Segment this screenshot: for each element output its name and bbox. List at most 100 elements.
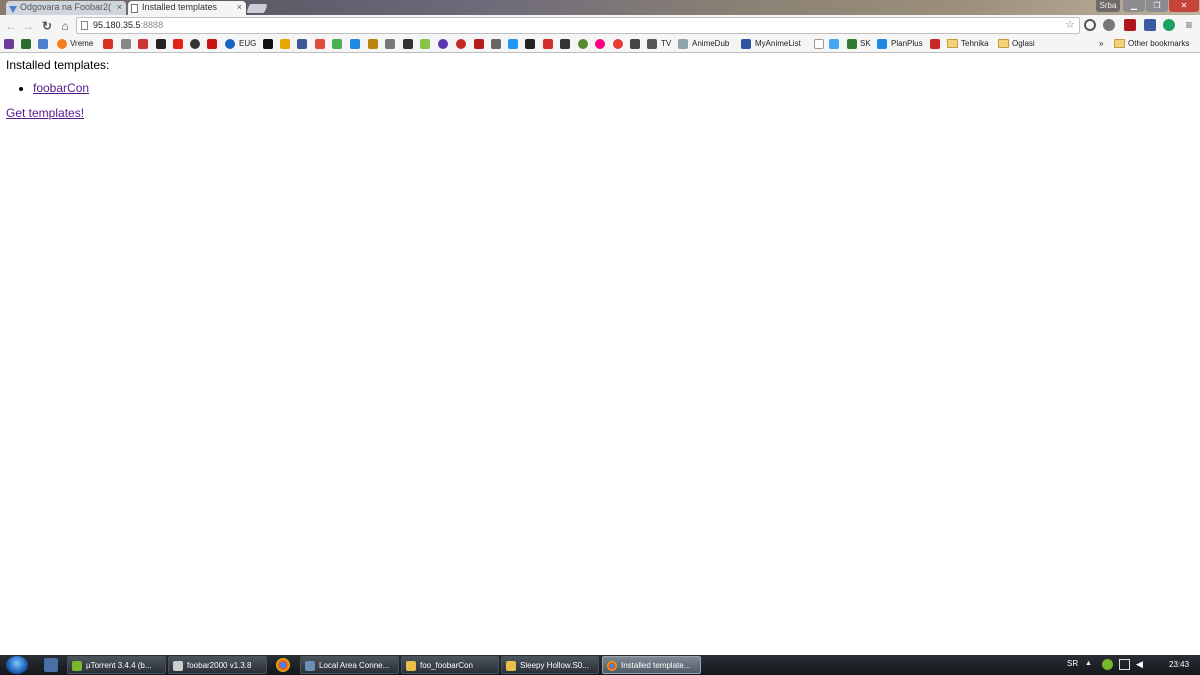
bookmark-icon[interactable] (456, 39, 466, 49)
clock[interactable]: 23:43 (1169, 660, 1189, 669)
folder-icon (947, 39, 958, 49)
bookmark-planplus[interactable]: PlanPlus (891, 36, 923, 52)
task-sleepy-hollow[interactable]: Sleepy Hollow.S0... (501, 656, 599, 674)
network-icon (305, 661, 315, 671)
reload-icon[interactable]: ↻ (40, 19, 54, 33)
task-installed-templates[interactable]: Installed template... (602, 656, 701, 674)
task-label: Sleepy Hollow.S0... (520, 661, 589, 670)
globe-bookmark-icon[interactable] (225, 39, 235, 49)
bookmark-icon[interactable] (508, 39, 518, 49)
ublock-extension-icon[interactable] (1124, 19, 1136, 31)
bookmark-star-icon[interactable]: ☆ (1065, 18, 1075, 33)
play-bookmark-icon[interactable] (332, 39, 342, 49)
gear-extension-icon[interactable] (1103, 19, 1115, 31)
bookmark-icon[interactable] (121, 39, 131, 49)
vivaldi-tab-icon (9, 4, 17, 13)
green-extension-icon[interactable] (1163, 19, 1175, 31)
bookmark-eug[interactable]: EUG (239, 36, 256, 52)
bookmark-icon[interactable] (350, 39, 360, 49)
bookmark-icon[interactable] (829, 39, 839, 49)
bookmark-folder-oglasi[interactable]: Oglasi (998, 36, 1035, 52)
star-bookmark-icon[interactable] (578, 39, 588, 49)
forward-icon[interactable]: → (21, 19, 35, 33)
tv-bookmark-icon[interactable] (647, 39, 657, 49)
bookmark-icon[interactable] (474, 39, 484, 49)
steering-wheel-extension-icon[interactable] (1084, 19, 1096, 31)
vivaldi-bookmark-icon[interactable] (38, 39, 48, 49)
page-bookmark-icon[interactable] (814, 39, 824, 49)
bookmark-icon[interactable] (138, 39, 148, 49)
utorrent-tray-icon[interactable] (1102, 659, 1113, 670)
address-bar[interactable]: 95.180.35.5:8888 ☆ (76, 17, 1080, 34)
bookmark-vreme[interactable]: Vreme (70, 36, 93, 52)
bookmark-icon[interactable] (263, 39, 273, 49)
tab-installed-templates[interactable]: Installed templates × (128, 1, 246, 15)
minimize-button[interactable]: ▁ (1123, 0, 1145, 12)
bookmark-icon[interactable] (491, 39, 501, 49)
back-icon[interactable]: ← (4, 19, 18, 33)
google-plus-bookmark-icon[interactable] (315, 39, 325, 49)
url-host: 95.180.35.5 (93, 20, 141, 30)
bookmark-icon[interactable] (525, 39, 535, 49)
bookmark-icon[interactable] (280, 39, 290, 49)
gmail-bookmark-icon[interactable] (103, 39, 113, 49)
new-tab-button[interactable] (246, 4, 268, 13)
close-window-button[interactable]: ✕ (1169, 0, 1199, 12)
bookmark-icon[interactable] (403, 39, 413, 49)
bookmark-folder-tehnika[interactable]: Tehnika (947, 36, 989, 52)
bookmark-icon[interactable] (877, 39, 887, 49)
task-local-area-connection[interactable]: Local Area Conne... (300, 656, 399, 674)
mal-bookmark-icon[interactable] (741, 39, 751, 49)
tab-odgovara[interactable]: Odgovara na Foobar2( × (6, 1, 126, 15)
mail-bookmark-icon[interactable] (4, 39, 14, 49)
task-utorrent[interactable]: µTorrent 3.4.4 (b... (67, 656, 166, 674)
bookmark-icon[interactable] (438, 39, 448, 49)
bookmark-icon[interactable] (156, 39, 166, 49)
save-icon[interactable] (44, 658, 58, 672)
network-tray-icon[interactable] (1119, 659, 1130, 670)
home-icon[interactable]: ⌂ (58, 19, 72, 33)
folder-icon (1114, 39, 1125, 49)
url-text: 95.180.35.5:8888 (93, 18, 163, 33)
bookmark-icon[interactable] (678, 39, 688, 49)
close-tab-icon[interactable]: × (117, 1, 122, 14)
speaker-icon[interactable]: ◀ (1136, 659, 1147, 670)
bookmark-icon[interactable] (190, 39, 200, 49)
menu-icon[interactable]: ≡ (1183, 18, 1195, 32)
show-hidden-icons-icon[interactable]: ▲ (1085, 660, 1092, 667)
bookmark-icon[interactable] (613, 39, 623, 49)
maximize-button[interactable]: ❐ (1146, 0, 1168, 12)
youtube-bookmark-icon[interactable] (173, 39, 183, 49)
bookmark-icon[interactable] (420, 39, 430, 49)
task-foo-foobarcon[interactable]: foo_foobarCon (401, 656, 499, 674)
extension-icon[interactable] (1144, 19, 1156, 31)
bookmark-icon[interactable] (560, 39, 570, 49)
template-link-foobarcon[interactable]: foobarCon (33, 81, 89, 95)
bookmark-myanimelist[interactable]: MyAnimeList (755, 36, 801, 52)
bookmarks-overflow-chevron-icon[interactable]: » (1099, 36, 1103, 52)
start-button[interactable] (6, 656, 28, 674)
taskbar: µTorrent 3.4.4 (b... foobar2000 v1.3.8 L… (0, 655, 1200, 675)
shield-bookmark-icon[interactable] (368, 39, 378, 49)
close-tab-icon[interactable]: × (237, 1, 242, 14)
bookmark-icon[interactable] (21, 39, 31, 49)
bookmark-icon[interactable] (543, 39, 553, 49)
bookmark-icon[interactable] (630, 39, 640, 49)
bookmark-folder-other[interactable]: Other bookmarks (1114, 36, 1189, 52)
flickr-bookmark-icon[interactable] (595, 39, 605, 49)
weather-bookmark-icon[interactable] (57, 39, 67, 49)
bookmark-icon[interactable] (207, 39, 217, 49)
facebook-bookmark-icon[interactable] (297, 39, 307, 49)
task-foobar2000[interactable]: foobar2000 v1.3.8 (168, 656, 267, 674)
get-templates-link[interactable]: Get templates! (6, 106, 84, 120)
bookmark-animedub[interactable]: AnimeDub (692, 36, 729, 52)
bookmark-icon[interactable] (385, 39, 395, 49)
bookmark-icon[interactable] (930, 39, 940, 49)
profile-button[interactable]: Srba (1096, 0, 1120, 12)
bookmark-sk[interactable]: SK (860, 36, 871, 52)
tab-strip: Odgovara na Foobar2( × Installed templat… (0, 0, 1200, 15)
language-indicator[interactable]: SR (1067, 659, 1078, 668)
chrome-icon[interactable] (276, 658, 290, 672)
bookmark-icon[interactable] (847, 39, 857, 49)
bookmark-tv[interactable]: TV (661, 36, 671, 52)
